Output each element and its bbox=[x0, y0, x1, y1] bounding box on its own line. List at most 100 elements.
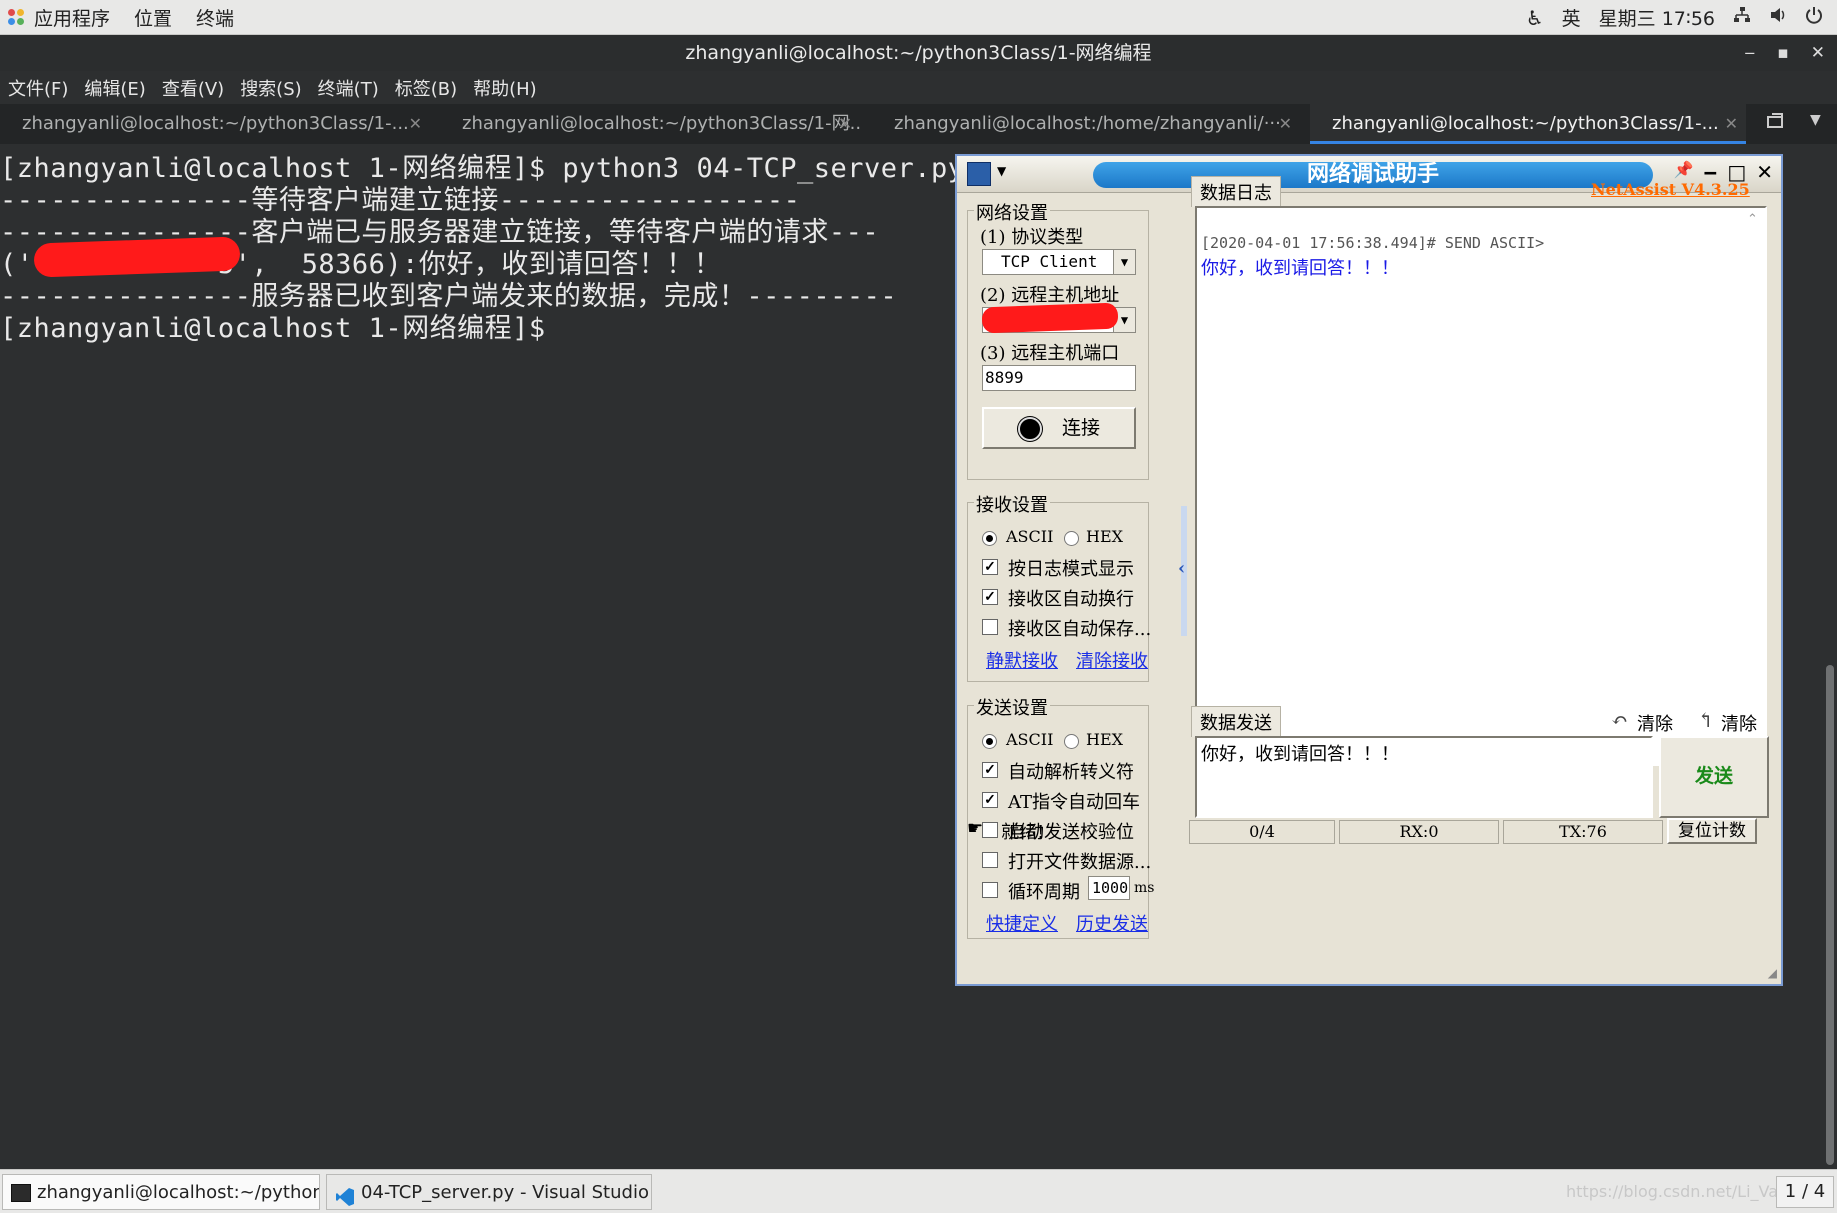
close-button[interactable]: ✕ bbox=[1811, 35, 1825, 71]
recv-hex-radio[interactable] bbox=[1064, 531, 1079, 546]
data-send-tab[interactable]: 数据发送 bbox=[1191, 706, 1281, 737]
recv-wrap-label: 接收区自动换行 bbox=[1008, 589, 1134, 610]
terminal-tab[interactable]: zhangyanli@localhost:/home/zhangyanli/··… bbox=[870, 104, 1300, 144]
tab-close-icon[interactable]: ✕ bbox=[1279, 104, 1292, 144]
connect-status-icon bbox=[1017, 416, 1042, 441]
loop-checkbox[interactable] bbox=[982, 882, 998, 898]
menu-terminal[interactable]: 终端(T) bbox=[318, 75, 379, 101]
tab-close-icon[interactable]: ✕ bbox=[1725, 104, 1738, 141]
terminal-icon bbox=[11, 1184, 31, 1202]
menu-view[interactable]: 查看(V) bbox=[162, 75, 224, 101]
recv-ascii-radio[interactable] bbox=[982, 531, 997, 546]
file-source-checkbox[interactable] bbox=[982, 852, 998, 868]
menu-file[interactable]: 文件(F) bbox=[8, 75, 68, 101]
minimize-button[interactable]: ‒ bbox=[1744, 35, 1755, 71]
terminal-tab[interactable]: zhangyanli@localhost:~/python3Class/1-网.… bbox=[440, 104, 860, 144]
workspace-pager[interactable]: 1 / 4 bbox=[1776, 1176, 1834, 1208]
group-title: 发送设置 bbox=[974, 694, 1050, 720]
group-title: 接收设置 bbox=[974, 491, 1050, 517]
reset-count-label: 复位计数 bbox=[1678, 821, 1746, 841]
menu-search[interactable]: 搜索(S) bbox=[240, 75, 301, 101]
new-tab-icon[interactable] bbox=[1766, 113, 1786, 136]
clear-receive-link[interactable]: 清除接收 bbox=[1076, 647, 1148, 673]
chevron-down-icon[interactable]: ▼ bbox=[1113, 250, 1135, 274]
scroll-up-chevron-icon[interactable]: ⌃ bbox=[1747, 212, 1758, 227]
at-cr-label: AT指令自动回车 bbox=[1008, 792, 1141, 813]
na-close-button[interactable]: ✕ bbox=[1756, 160, 1773, 184]
app-icon[interactable] bbox=[967, 162, 991, 186]
terminal-prompt: [zhangyanli@localhost 1-网络编程]$ bbox=[0, 313, 546, 344]
menu-edit[interactable]: 编辑(E) bbox=[84, 75, 145, 101]
clear-send-button-2[interactable]: 清除 bbox=[1721, 710, 1757, 736]
send-ascii-radio[interactable] bbox=[982, 734, 997, 749]
loop-period-input[interactable]: 1000 bbox=[1088, 876, 1130, 900]
tab-menu-chevron-down-icon[interactable]: ▼ bbox=[1810, 112, 1821, 128]
checksum-checkbox[interactable] bbox=[982, 822, 998, 838]
data-log-tab[interactable]: 数据日志 bbox=[1191, 176, 1281, 207]
connect-button[interactable]: 连接 bbox=[982, 407, 1136, 449]
send-hex-radio[interactable] bbox=[1064, 734, 1079, 749]
recv-wrap-checkbox[interactable]: ✓ bbox=[982, 589, 998, 605]
redaction-mark bbox=[33, 236, 241, 278]
taskbar-item-terminal[interactable]: zhangyanli@localhost:~/python3Cla··· bbox=[2, 1174, 320, 1210]
applications-menu[interactable]: 应用程序 bbox=[34, 4, 110, 31]
log-mode-label: 按日志模式显示 bbox=[1008, 559, 1134, 580]
port-input[interactable]: 8899 bbox=[982, 365, 1136, 391]
shortcut-define-link[interactable]: 快捷定义 bbox=[986, 910, 1058, 936]
send-settings-group: 发送设置 ASCII HEX ✓ 自动解析转义符 ✓ AT指令自动回车 自动发送… bbox=[967, 694, 1154, 939]
protocol-label: (1) 协议类型 bbox=[980, 227, 1084, 248]
log-scrollbar[interactable]: ⌃ ⌄ bbox=[1745, 212, 1761, 760]
watermark: https://blog.csdn.net/Li_Vangl bbox=[1566, 1182, 1803, 1201]
menu-tabs[interactable]: 标签(B) bbox=[395, 75, 457, 101]
maximize-button[interactable]: ▪ bbox=[1777, 35, 1789, 71]
log-entry-header: [2020-04-01 17:56:38.494]# SEND ASCII> bbox=[1201, 234, 1545, 252]
terminal-tab-active[interactable]: zhangyanli@localhost:~/python3Class/1-..… bbox=[1310, 104, 1746, 144]
terminal-output[interactable]: [zhangyanli@localhost 1-网络编程]$ python3 0… bbox=[0, 144, 964, 1169]
menu-help[interactable]: 帮助(H) bbox=[473, 75, 537, 101]
clear-send-left-icon[interactable]: ↶ bbox=[1611, 708, 1628, 732]
applications-icon[interactable] bbox=[8, 8, 26, 27]
network-icon[interactable] bbox=[1733, 6, 1751, 29]
log-mode-checkbox[interactable]: ✓ bbox=[982, 559, 998, 575]
history-send-link[interactable]: 历史发送 bbox=[1076, 910, 1148, 936]
send-textarea[interactable]: 你好，收到请回答！！！ bbox=[1195, 736, 1653, 818]
port-label: (3) 远程主机端口 bbox=[980, 343, 1120, 364]
silent-receive-link[interactable]: 静默接收 bbox=[986, 647, 1058, 673]
status-ready: 就绪! bbox=[1001, 822, 1045, 843]
input-method-indicator[interactable]: 英 bbox=[1562, 4, 1581, 31]
loop-period-value: 1000 bbox=[1092, 879, 1129, 897]
gnome-top-bar: 应用程序 位置 终端 ♿ 英 星期三 17∶56 bbox=[0, 0, 1837, 35]
escape-parse-checkbox[interactable]: ✓ bbox=[982, 762, 998, 778]
terminal-tab-bar: zhangyanli@localhost:~/python3Class/1-..… bbox=[0, 104, 1837, 144]
terminal-app-menu[interactable]: 终端 bbox=[196, 4, 234, 31]
taskbar-item-vscode[interactable]: 04-TCP_server.py - Visual Studio C··· bbox=[326, 1174, 652, 1210]
group-title: 网络设置 bbox=[974, 199, 1050, 225]
places-menu[interactable]: 位置 bbox=[134, 4, 172, 31]
resize-grip-icon[interactable]: ◢ bbox=[1768, 966, 1777, 980]
loop-unit: ms bbox=[1134, 880, 1155, 896]
reset-count-button[interactable]: 复位计数 bbox=[1667, 818, 1757, 844]
terminal-menubar: 文件(F) 编辑(E) 查看(V) 搜索(S) 终端(T) 标签(B) 帮助(H… bbox=[0, 71, 1837, 104]
at-cr-checkbox[interactable]: ✓ bbox=[982, 792, 998, 808]
send-button[interactable]: 发送 bbox=[1659, 736, 1769, 818]
terminal-tab[interactable]: zhangyanli@localhost:~/python3Class/1-..… bbox=[0, 104, 430, 144]
send-hex-label: HEX bbox=[1086, 730, 1124, 749]
protocol-select[interactable]: TCP Client ▼ bbox=[982, 249, 1136, 275]
clear-send-up-icon[interactable]: ↰ bbox=[1697, 708, 1714, 732]
clear-send-button-1[interactable]: 清除 bbox=[1637, 710, 1673, 736]
clock[interactable]: 星期三 17∶56 bbox=[1599, 4, 1715, 31]
data-log-panel[interactable]: [2020-04-01 17:56:38.494]# SEND ASCII> 你… bbox=[1195, 206, 1767, 766]
power-icon[interactable] bbox=[1805, 6, 1823, 29]
accessibility-icon[interactable]: ♿ bbox=[1526, 6, 1544, 30]
collapse-chevron-left-icon[interactable]: ‹ bbox=[1178, 558, 1185, 579]
system-menu-chevron-down-icon[interactable]: ▼ bbox=[997, 164, 1006, 178]
escape-parse-label: 自动解析转义符 bbox=[1008, 762, 1134, 783]
terminal-scrollbar[interactable] bbox=[1826, 665, 1834, 1165]
recv-hex-label: HEX bbox=[1086, 527, 1124, 546]
tab-close-icon[interactable]: ✕ bbox=[409, 104, 422, 144]
recv-autosave-checkbox[interactable] bbox=[982, 619, 998, 635]
tab-close-icon[interactable]: ✕ bbox=[839, 104, 852, 144]
netassist-title: 网络调试助手 bbox=[1093, 162, 1653, 188]
protocol-value: TCP Client bbox=[1001, 252, 1098, 271]
volume-icon[interactable] bbox=[1769, 6, 1787, 29]
